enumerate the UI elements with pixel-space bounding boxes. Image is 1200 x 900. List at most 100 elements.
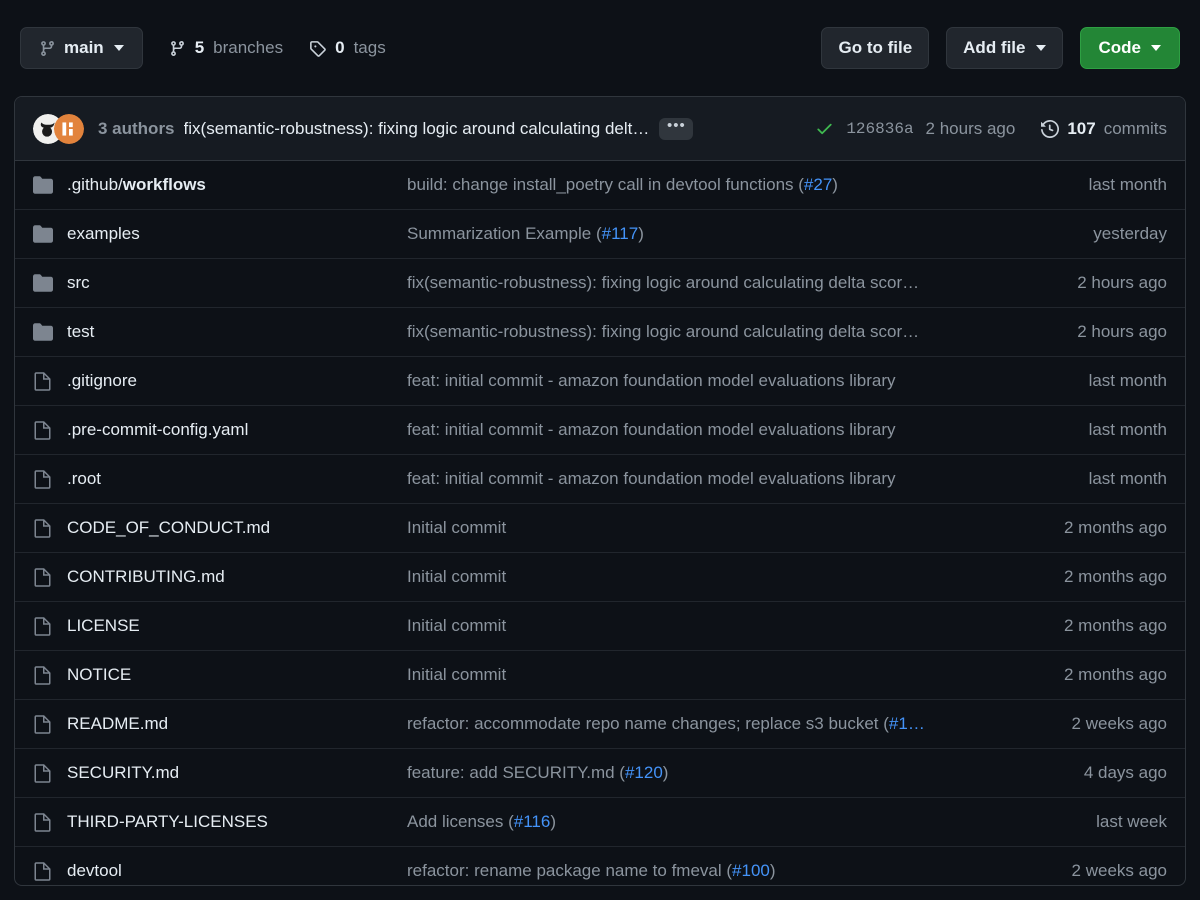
commit-message-link[interactable]: feat: initial commit - amazon foundation… — [407, 420, 1017, 440]
chevron-down-icon — [1036, 45, 1046, 51]
commit-age: last month — [1017, 469, 1167, 489]
file-name-link[interactable]: CONTRIBUTING.md — [67, 567, 407, 587]
table-row[interactable]: .rootfeat: initial commit - amazon found… — [15, 455, 1185, 504]
branch-selector-button[interactable]: main — [20, 27, 143, 69]
commit-message-link[interactable]: refactor: accommodate repo name changes;… — [407, 714, 1017, 734]
file-name-link[interactable]: .pre-commit-config.yaml — [67, 420, 407, 440]
table-row[interactable]: CODE_OF_CONDUCT.mdInitial commit2 months… — [15, 504, 1185, 553]
commit-age: last month — [1017, 420, 1167, 440]
file-icon — [33, 371, 61, 391]
file-name-link[interactable]: LICENSE — [67, 616, 407, 636]
table-row[interactable]: NOTICEInitial commit2 months ago — [15, 651, 1185, 700]
table-row[interactable]: .pre-commit-config.yamlfeat: initial com… — [15, 406, 1185, 455]
latest-commit-header: 3 authors fix(semantic-robustness): fixi… — [15, 97, 1185, 161]
commit-message-link[interactable]: feat: initial commit - amazon foundation… — [407, 469, 1017, 489]
commit-age: last month — [1017, 371, 1167, 391]
tags-link[interactable]: 0 tags — [309, 38, 386, 58]
code-button[interactable]: Code — [1080, 27, 1181, 69]
commit-message-link[interactable]: fix(semantic-robustness): fixing logic a… — [407, 273, 1017, 293]
commits-count: 107 — [1067, 119, 1095, 139]
file-icon — [33, 763, 61, 783]
chevron-down-icon — [1151, 45, 1161, 51]
commit-message[interactable]: fix(semantic-robustness): fixing logic a… — [184, 119, 650, 139]
file-name-link[interactable]: THIRD-PARTY-LICENSES — [67, 812, 407, 832]
commit-message-link[interactable]: feature: add SECURITY.md (#120) — [407, 763, 1017, 783]
go-to-file-button[interactable]: Go to file — [821, 27, 929, 69]
table-row[interactable]: LICENSEInitial commit2 months ago — [15, 602, 1185, 651]
go-to-file-label: Go to file — [838, 38, 912, 58]
commit-age: last week — [1017, 812, 1167, 832]
file-name-link[interactable]: .root — [67, 469, 407, 489]
commits-label: commits — [1104, 119, 1167, 139]
commit-age: 2 weeks ago — [1017, 861, 1167, 881]
commit-message-link[interactable]: Summarization Example (#117) — [407, 224, 1017, 244]
file-icon — [33, 812, 61, 832]
table-row[interactable]: testfix(semantic-robustness): fixing log… — [15, 308, 1185, 357]
commit-time: 2 hours ago — [926, 119, 1016, 139]
table-row[interactable]: THIRD-PARTY-LICENSESAdd licenses (#116)l… — [15, 798, 1185, 847]
table-row[interactable]: SECURITY.mdfeature: add SECURITY.md (#12… — [15, 749, 1185, 798]
file-name-link[interactable]: NOTICE — [67, 665, 407, 685]
commit-age: 2 months ago — [1017, 616, 1167, 636]
folder-icon — [33, 224, 61, 244]
commit-message-link[interactable]: Add licenses (#116) — [407, 812, 1017, 832]
file-name-link[interactable]: test — [67, 322, 407, 342]
commit-age: last month — [1017, 175, 1167, 195]
file-name-link[interactable]: src — [67, 273, 407, 293]
file-name-link[interactable]: examples — [67, 224, 407, 244]
commit-age: 4 days ago — [1017, 763, 1167, 783]
repo-meta-group: 5 branches 0 tags — [169, 38, 386, 58]
branch-name-label: main — [64, 38, 104, 58]
folder-icon — [33, 273, 61, 293]
file-name-link[interactable]: devtool — [67, 861, 407, 881]
file-name-link[interactable]: .gitignore — [67, 371, 407, 391]
file-name-link[interactable]: .github/workflows — [67, 175, 407, 195]
commit-age: 2 months ago — [1017, 567, 1167, 587]
commit-sha[interactable]: 126836a — [846, 120, 913, 138]
commit-message-link[interactable]: Initial commit — [407, 665, 1017, 685]
file-icon — [33, 469, 61, 489]
table-row[interactable]: devtoolrefactor: rename package name to … — [15, 847, 1185, 886]
add-file-button[interactable]: Add file — [946, 27, 1062, 69]
history-icon — [1041, 120, 1059, 138]
file-icon — [33, 861, 61, 881]
commit-age: yesterday — [1017, 224, 1167, 244]
file-rows: .github/workflowsbuild: change install_p… — [15, 161, 1185, 886]
commit-age: 2 months ago — [1017, 665, 1167, 685]
table-row[interactable]: CONTRIBUTING.mdInitial commit2 months ag… — [15, 553, 1185, 602]
commit-message-link[interactable]: Initial commit — [407, 616, 1017, 636]
table-row[interactable]: examplesSummarization Example (#117)yest… — [15, 210, 1185, 259]
git-branch-icon — [39, 40, 56, 57]
commit-age: 2 hours ago — [1017, 273, 1167, 293]
table-row[interactable]: .github/workflowsbuild: change install_p… — [15, 161, 1185, 210]
add-file-label: Add file — [963, 38, 1025, 58]
file-name-link[interactable]: SECURITY.md — [67, 763, 407, 783]
table-row[interactable]: README.mdrefactor: accommodate repo name… — [15, 700, 1185, 749]
commit-message-link[interactable]: Initial commit — [407, 567, 1017, 587]
check-icon[interactable] — [815, 119, 834, 138]
expand-commit-message-button[interactable]: ••• — [659, 118, 693, 140]
commit-message-link[interactable]: build: change install_poetry call in dev… — [407, 175, 1017, 195]
commits-count-link[interactable]: 107 commits — [1041, 119, 1167, 139]
commit-message-link[interactable]: refactor: rename package name to fmeval … — [407, 861, 1017, 881]
commit-message-link[interactable]: Initial commit — [407, 518, 1017, 538]
commit-authors[interactable]: 3 authors — [98, 119, 175, 139]
file-icon — [33, 420, 61, 440]
table-row[interactable]: .gitignorefeat: initial commit - amazon … — [15, 357, 1185, 406]
commit-age: 2 weeks ago — [1017, 714, 1167, 734]
folder-icon — [33, 322, 61, 342]
table-row[interactable]: srcfix(semantic-robustness): fixing logi… — [15, 259, 1185, 308]
branches-link[interactable]: 5 branches — [169, 38, 283, 58]
author-avatars — [33, 114, 84, 144]
commit-message-link[interactable]: fix(semantic-robustness): fixing logic a… — [407, 322, 1017, 342]
commit-message-link[interactable]: feat: initial commit - amazon foundation… — [407, 371, 1017, 391]
file-name-link[interactable]: README.md — [67, 714, 407, 734]
folder-icon — [33, 175, 61, 195]
file-icon — [33, 665, 61, 685]
commit-age: 2 months ago — [1017, 518, 1167, 538]
avatar[interactable] — [54, 114, 84, 144]
file-name-link[interactable]: CODE_OF_CONDUCT.md — [67, 518, 407, 538]
file-icon — [33, 567, 61, 587]
file-icon — [33, 518, 61, 538]
branches-label: branches — [213, 38, 283, 58]
